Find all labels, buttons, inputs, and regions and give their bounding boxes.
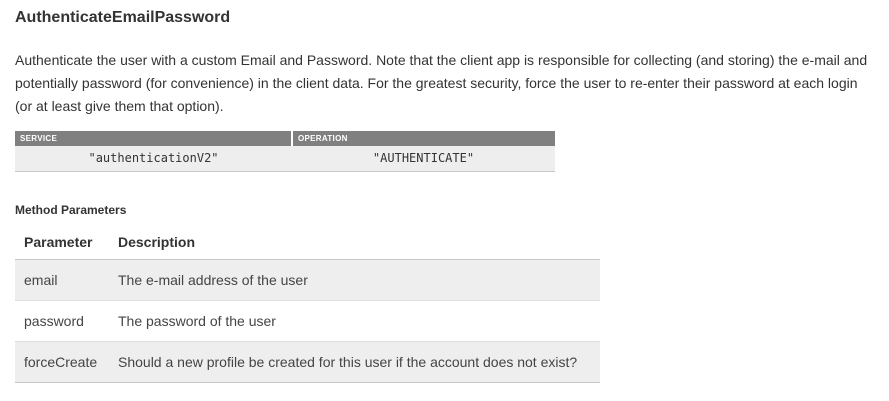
service-table-row: "authenticationV2" "AUTHENTICATE" — [15, 146, 555, 172]
method-description: Authenticate the user with a custom Emai… — [15, 52, 868, 114]
parameter-name: email — [15, 259, 109, 301]
method-parameters-heading: Method Parameters — [15, 203, 127, 217]
page-title: AuthenticateEmailPassword — [15, 9, 231, 26]
service-operation-table: SERVICE OPERATION "authenticationV2" "AU… — [15, 131, 555, 172]
operation-value: "AUTHENTICATE" — [292, 146, 555, 172]
method-parameters-table: Parameter Description email The e-mail a… — [15, 225, 600, 383]
parameter-name: forceCreate — [15, 341, 109, 383]
service-column-header: SERVICE — [15, 131, 293, 146]
parameter-description: The password of the user — [109, 300, 600, 342]
parameter-column-header: Parameter — [15, 225, 109, 260]
description-column-header: Description — [109, 225, 600, 260]
parameter-description: Should a new profile be created for this… — [109, 341, 600, 383]
service-table-header-row: SERVICE OPERATION — [15, 131, 555, 146]
table-row: forceCreate Should a new profile be crea… — [15, 341, 600, 383]
table-row: password The password of the user — [15, 300, 600, 342]
params-header-row: Parameter Description — [15, 225, 600, 260]
parameter-description: The e-mail address of the user — [109, 259, 600, 301]
operation-column-header: OPERATION — [292, 131, 555, 146]
service-value: "authenticationV2" — [15, 146, 292, 172]
table-row: email The e-mail address of the user — [15, 259, 600, 301]
parameter-name: password — [15, 300, 109, 342]
